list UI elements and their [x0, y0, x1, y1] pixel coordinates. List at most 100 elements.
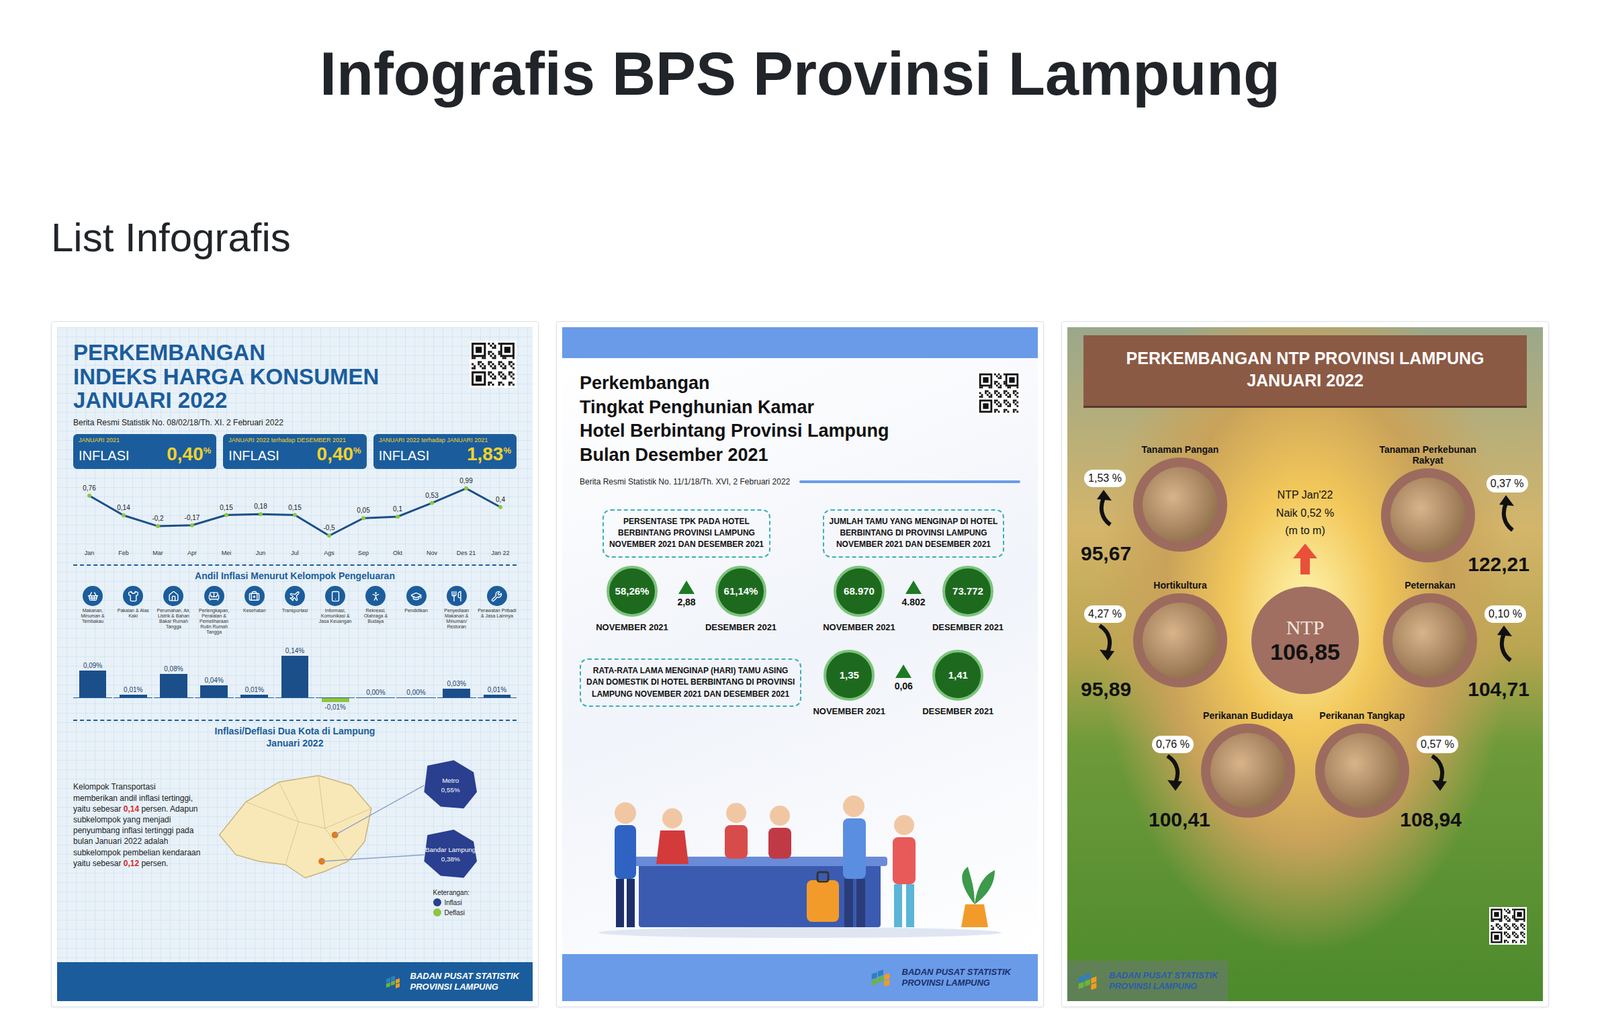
- hotel-stat: RATA-RATA LAMA MENGINAP (HARI) TAMU ASIN…: [579, 649, 1021, 717]
- stat-label: PERSENTASE TPK PADA HOTELBERBINTANG PROV…: [602, 509, 771, 558]
- cities-note: Kelompok Transportasi memberikan andil i…: [73, 781, 201, 962]
- ntp-infographic: PERKEMBANGAN NTP PROVINSI LAMPUNGJANUARI…: [1067, 327, 1543, 1001]
- city-pin: Bandar Lampung0,38%: [423, 829, 477, 878]
- increase-icon: [678, 580, 695, 594]
- infographic-list: PERKEMBANGANINDEKS HARGA KONSUMENJANUARI…: [51, 321, 1549, 1007]
- stat-label: JUMLAH TAMU YANG MENGINAP DI HOTELBERBIN…: [822, 509, 1005, 558]
- category-icon: [446, 585, 467, 606]
- sector-photo: [1201, 723, 1296, 818]
- svg-text:Jun: Jun: [255, 549, 266, 557]
- category-icon: [325, 585, 346, 606]
- ntp-circle: NTP106,85: [1251, 586, 1359, 694]
- infographic-title: PerkembanganTingkat Penghunian KamarHote…: [579, 371, 890, 468]
- change-badge: 0,57 %: [1416, 735, 1459, 753]
- inflation-line-chart: 0,76Jan0,14Feb-0,2Mar-0,17Apr0,15Mei0,18…: [73, 468, 517, 561]
- contribution-heading: Andil Inflasi Menurut Kelompok Pengeluar…: [73, 569, 517, 582]
- svg-text:Jan: Jan: [84, 549, 95, 557]
- ntp-sector: 0,76 %Perikanan Budidaya100,41: [1148, 709, 1296, 831]
- svg-text:Mei: Mei: [221, 549, 232, 557]
- svg-text:Nov: Nov: [426, 549, 438, 557]
- category-icon: [163, 585, 184, 606]
- category-column: Transportasi0,14%: [275, 585, 315, 716]
- infographic-card[interactable]: PERKEMBANGANINDEKS HARGA KONSUMENJANUARI…: [51, 321, 539, 1007]
- infographic-title: PERKEMBANGAN NTP PROVINSI LAMPUNGJANUARI…: [1083, 335, 1527, 408]
- category-column: Pakaian & Alas Kaki0,01%: [113, 585, 153, 716]
- svg-text:-0,5: -0,5: [323, 523, 336, 532]
- infographic-card[interactable]: PERKEMBANGAN NTP PROVINSI LAMPUNGJANUARI…: [1061, 321, 1549, 1007]
- page-title: Infografis BPS Provinsi Lampung: [51, 37, 1549, 111]
- svg-text:0,55%: 0,55%: [441, 785, 461, 794]
- svg-text:0,38%: 0,38%: [441, 855, 461, 863]
- ntp-sector: 0,57 %Perikanan Tangkap108,94: [1315, 709, 1462, 831]
- svg-text:Ags: Ags: [323, 549, 335, 557]
- infographic-page: Infografis BPS Provinsi LampungList Info…: [51, 0, 1549, 1021]
- category-column: Penyediaan Makanan & Minuman/ Restoran0,…: [437, 585, 477, 716]
- value-circle: 68.970: [833, 565, 885, 617]
- bps-logo-icon: [384, 973, 406, 990]
- svg-text:Jan 22: Jan 22: [491, 549, 510, 557]
- city-pin: Metro0,55%: [423, 760, 477, 809]
- ntp-sector: 0,10 %Peternakan104,71: [1374, 579, 1530, 701]
- stat-label: RATA-RATA LAMA MENGINAP (HARI) TAMU ASIN…: [579, 658, 802, 707]
- ntp-sector: 4,27 %Hortikultura95,89: [1080, 579, 1236, 701]
- change-badge: 0,76 %: [1151, 735, 1194, 753]
- category-icon: [365, 585, 386, 606]
- contribution-bar: [321, 697, 350, 702]
- svg-text:0,4: 0,4: [495, 495, 506, 504]
- inflation-stat: JANUARI 2022 terhadap JANUARI 2021INFLAS…: [373, 433, 517, 469]
- ntp-sector: 0,37 %Tanaman Perkebunan Rakyat122,21: [1374, 443, 1530, 576]
- release-note: Berita Resmi Statistik No. 11/1/18/Th. X…: [579, 476, 790, 487]
- contribution-bar: [119, 694, 148, 698]
- svg-text:Jul: Jul: [290, 549, 299, 557]
- svg-text:0,15: 0,15: [288, 503, 302, 511]
- cities-heading: Inflasi/Deflasi Dua Kota di LampungJanua…: [73, 724, 517, 749]
- trend-up-icon: [1491, 624, 1519, 662]
- infographic-card[interactable]: PerkembanganTingkat Penghunian KamarHote…: [556, 321, 1044, 1007]
- value-circle: 1,41: [932, 649, 984, 701]
- svg-text:-0,17: -0,17: [184, 513, 201, 522]
- category-column: Kesehatan0,01%: [235, 585, 275, 716]
- trend-up-icon: [1091, 488, 1119, 526]
- svg-text:0,1: 0,1: [392, 505, 403, 513]
- svg-text:Bandar Lampung: Bandar Lampung: [425, 846, 476, 854]
- value-circle: 58,26%: [606, 565, 658, 617]
- category-icon: [82, 585, 103, 606]
- svg-text:0,15: 0,15: [219, 503, 234, 511]
- trend-down-icon: [1159, 754, 1187, 792]
- ntp-summary: NTP Jan'22Naik 0,52 %(m to m): [1235, 443, 1375, 576]
- svg-text:Sep: Sep: [358, 549, 369, 557]
- category-icon: [406, 585, 427, 606]
- contribution-bar: [159, 673, 188, 698]
- svg-text:0,76: 0,76: [82, 484, 97, 492]
- contribution-bar: [200, 685, 228, 698]
- sector-photo: [1315, 723, 1410, 818]
- category-icon: [486, 585, 508, 606]
- change-badge: 4,27 %: [1084, 605, 1126, 623]
- svg-text:0,18: 0,18: [253, 502, 268, 510]
- trend-down-icon: [1091, 624, 1119, 662]
- sector-photo: [1133, 593, 1228, 688]
- change-badge: 1,53 %: [1084, 469, 1126, 487]
- change-badge: 0,37 %: [1486, 474, 1529, 493]
- trend-up-icon: [1493, 493, 1521, 532]
- ntp-sector: 1,53 %Tanaman Pangan95,67: [1080, 443, 1236, 576]
- category-column: Perlengkapan, Peralatan & Pemeliharaan R…: [194, 585, 234, 716]
- contribution-bar: [281, 655, 309, 698]
- category-column: Makanan, Minuman & Tembakau0,09%: [73, 585, 113, 716]
- svg-text:0,99: 0,99: [459, 476, 473, 485]
- hotel-stat: PERSENTASE TPK PADA HOTELBERBINTANG PROV…: [579, 509, 794, 633]
- contribution-bar: [442, 688, 471, 698]
- category-column: Pendidikan0,00%: [396, 585, 436, 716]
- infographic-title: PERKEMBANGANINDEKS HARGA KONSUMENJANUARI…: [73, 340, 379, 413]
- category-column: Perumahan, Air, Listrik & Bahan Bakar Ru…: [153, 585, 193, 716]
- qr-code-icon: [977, 371, 1021, 415]
- qr-code-icon: [1489, 906, 1527, 945]
- category-icon: [284, 585, 305, 606]
- change-badge: 0,10 %: [1484, 605, 1527, 623]
- bps-logo-icon: [869, 966, 897, 989]
- category-column: Perawatan Pribadi & Jasa Lainnya0,01%: [477, 585, 517, 716]
- value-circle: 61,14%: [715, 565, 767, 617]
- contribution-bar-chart: Makanan, Minuman & Tembakau0,09%Pakaian …: [73, 585, 517, 716]
- increase-icon: [905, 580, 922, 594]
- sector-photo: [1383, 593, 1478, 688]
